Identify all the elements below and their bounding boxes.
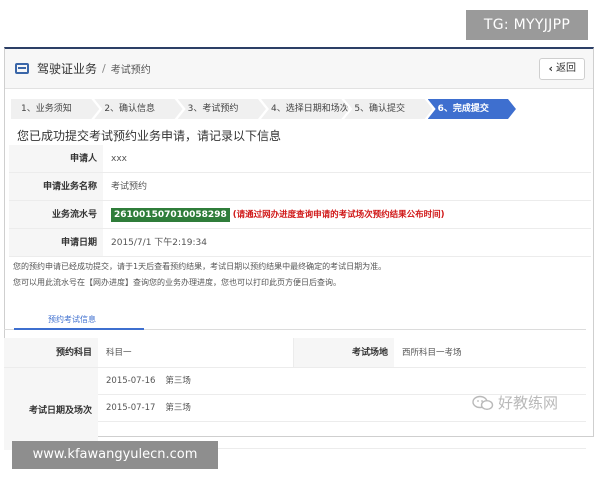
watermark-text: 好教练网 [498,394,559,412]
breadcrumb-main[interactable]: 驾驶证业务 [37,60,97,77]
table-row: 申请日期 2015/7/1 下午2:19:34 [9,229,591,257]
step-5: 5、确认提交 [344,99,432,119]
exam-session: 第三场 [165,376,191,386]
applicant-label: 申请人 [9,145,103,172]
serial-number-note: (请通过网办进度查询申请的考试场次预约结果公布时间) [232,210,445,220]
venue-value: 西所科目一考场 [402,348,462,358]
serial-number-cell: 261001507010058298 (请通过网办进度查询申请的考试场次预约结果公… [103,201,591,228]
application-info-table: 申请人 xxx 申请业务名称 考试预约 业务流水号 26100150701005… [9,145,591,257]
application-date-value: 2015/7/1 下午2:19:34 [111,238,207,248]
url-overlay: www.kfawangyulecn.com [12,441,218,469]
serial-number-label: 业务流水号 [9,201,103,228]
header-bar: 驾驶证业务 / 考试预约 ‹ 返回 [5,49,593,89]
wechat-icon [472,395,494,410]
back-button-label: 返回 [556,63,576,74]
table-row: 预约科目 科目一 考试场地 西所科目一考场 [4,338,586,368]
exam-session: 第三场 [165,403,191,413]
step-1: 1、业务须知 [11,99,99,119]
chevron-left-icon: ‹ [548,62,553,75]
exam-date: 2015-07-16 [106,376,156,386]
application-date-label: 申请日期 [9,229,103,256]
subject-label: 预约科目 [4,338,98,367]
business-name-value: 考试预约 [111,182,148,192]
instructions: 您的预约申请已经成功提交，请于1天后查看预约结果，考试日期以预约结果中最终确定的… [13,259,583,291]
table-row: 业务流水号 261001507010058298 (请通过网办进度查询申请的考试场… [9,201,591,229]
document-icon [15,63,29,74]
tab-exam-info[interactable]: 预约考试信息 [14,312,144,330]
exam-info-tabbar: 预约考试信息 [4,312,586,330]
step-4: 4、选择日期和场次 [261,99,349,119]
watermark-logo: 好教练网 [472,392,558,413]
breadcrumb-separator: / [102,62,106,75]
success-notice: 您已成功提交考试预约业务申请，请记录以下信息 [17,129,282,143]
step-6-active: 6、完成提交 [428,99,516,119]
serial-number-value: 261001507010058298 [111,208,230,222]
exam-dates-label: 考试日期及场次 [4,368,98,450]
venue-label: 考试场地 [294,338,394,367]
table-row: 申请业务名称 考试预约 [9,173,591,201]
top-tag-overlay: TG: MYYJJPP [466,10,588,40]
back-button[interactable]: ‹ 返回 [539,58,585,80]
applicant-value: xxx [111,154,127,164]
instruction-line-1: 您的预约申请已经成功提交，请于1天后查看预约结果，考试日期以预约结果中最终确定的… [13,262,387,271]
step-3: 3、考试预约 [178,99,266,119]
list-item: 2015-07-16 第三场 [98,368,586,395]
table-row: 申请人 xxx [9,145,591,173]
subject-value: 科目一 [98,338,294,367]
instruction-line-2: 您可以用此流水号在【网办进度】查询您的业务办理进度，您也可以打印此页方便日后查询… [13,278,341,287]
business-name-label: 申请业务名称 [9,173,103,200]
exam-date: 2015-07-17 [106,403,156,413]
step-progress: 1、业务须知 2、确认信息 3、考试预约 4、选择日期和场次 5、确认提交 6、… [11,99,511,119]
breadcrumb-current: 考试预约 [110,65,151,76]
step-2: 2、确认信息 [94,99,182,119]
